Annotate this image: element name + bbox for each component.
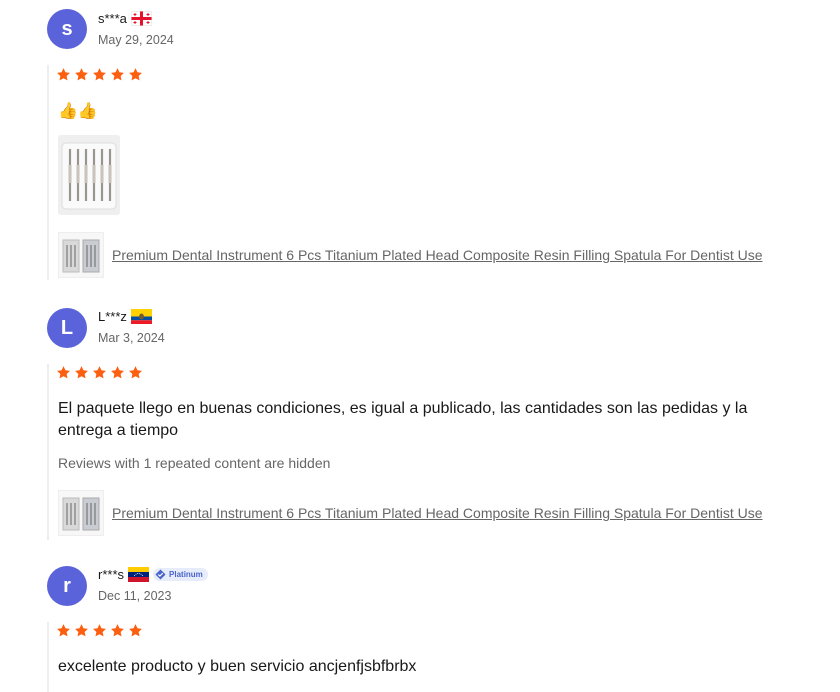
reviewer-name: r***s Platinum [98, 567, 208, 582]
product-link[interactable]: Premium Dental Instrument 6 Pcs Titanium… [112, 247, 763, 263]
hidden-reviews-note[interactable]: Reviews with 1 repeated content are hidd… [58, 455, 330, 471]
review-divider [47, 65, 49, 280]
star-icon [92, 365, 107, 380]
diamond-check-icon [155, 569, 166, 580]
product-row[interactable]: Premium Dental Instrument 6 Pcs Titanium… [58, 490, 763, 536]
star-icon [128, 365, 143, 380]
reviewer-name: L***z [98, 309, 152, 324]
star-icon [128, 67, 143, 82]
review-text: El paquete llego en buenas condiciones, … [58, 398, 798, 442]
review-date: May 29, 2024 [98, 33, 174, 47]
review-date: Mar 3, 2024 [98, 331, 165, 345]
star-icon [92, 67, 107, 82]
product-link[interactable]: Premium Dental Instrument 6 Pcs Titanium… [112, 505, 763, 521]
star-icon [110, 623, 125, 638]
star-icon [74, 365, 89, 380]
georgia-flag-icon [130, 11, 152, 26]
rating-stars [56, 67, 143, 82]
product-row[interactable]: Premium Dental Instrument 6 Pcs Titanium… [58, 232, 763, 278]
review-text-line: entrega a tiempo [58, 422, 179, 439]
rating-stars [56, 365, 143, 380]
product-thumbnail[interactable] [58, 490, 104, 536]
star-icon [110, 67, 125, 82]
avatar: L [47, 308, 87, 348]
avatar: r [47, 566, 87, 606]
avatar: s [47, 9, 87, 49]
review-divider [47, 622, 49, 692]
reviewer-username: r***s [98, 567, 125, 582]
product-thumbnail-image [62, 497, 100, 531]
review-photo[interactable] [58, 135, 120, 215]
product-thumbnail[interactable] [58, 232, 104, 278]
review-text-line: El paquete llego en buenas condiciones, … [58, 400, 748, 417]
star-icon [110, 365, 125, 380]
review-text: excelente producto y buen servicio ancje… [58, 658, 417, 675]
star-icon [92, 623, 107, 638]
review-date: Dec 11, 2023 [98, 589, 172, 603]
reviewer-username: L***z [98, 309, 127, 324]
star-icon [74, 623, 89, 638]
star-icon [128, 623, 143, 638]
review-divider [47, 364, 49, 540]
reviewer-name: s***a [98, 11, 152, 26]
ecuador-flag-icon [130, 309, 152, 324]
star-icon [74, 67, 89, 82]
star-icon [56, 623, 71, 638]
dental-instruments-photo [58, 135, 120, 215]
rating-stars [56, 623, 143, 638]
venezuela-flag-icon [128, 567, 150, 582]
product-thumbnail-image [62, 239, 100, 273]
star-icon [56, 365, 71, 380]
review-text: 👍👍 [58, 103, 98, 120]
badge-label: Platinum [169, 570, 203, 579]
reviewer-username: s***a [98, 11, 127, 26]
star-icon [56, 67, 71, 82]
platinum-badge: Platinum [153, 568, 208, 581]
